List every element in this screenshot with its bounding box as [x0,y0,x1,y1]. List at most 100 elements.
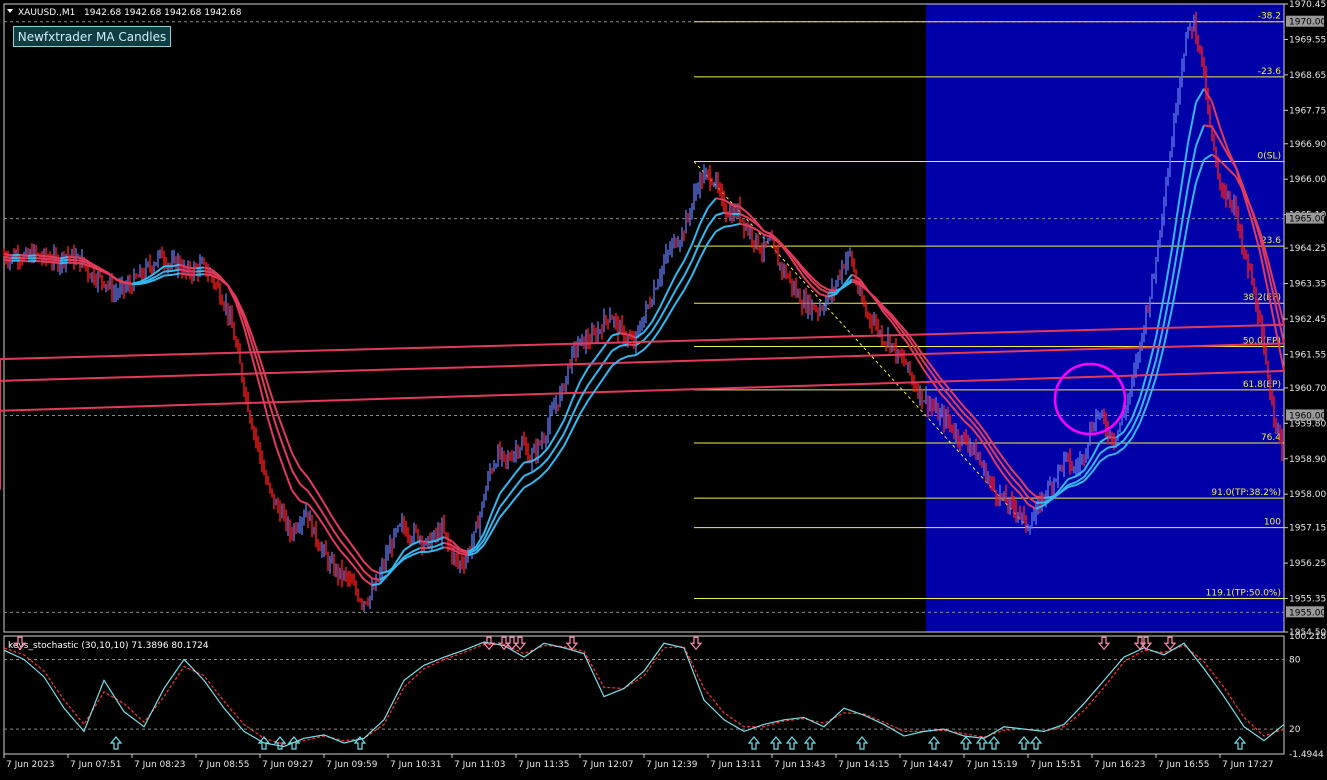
fib-level-label: -38.2 [1258,12,1281,22]
moving-average-segment [740,207,748,214]
stoch-sell-arrow-icon [515,637,525,649]
symbol-header: XAUUSD.,M1 [18,8,75,18]
moving-average-segment [436,547,444,550]
moving-average-segment [420,541,428,542]
moving-average-segment [20,255,28,256]
moving-average-segment [684,261,692,277]
moving-average-segment [636,349,644,355]
moving-average-segment [676,276,684,289]
y-tick-label: 1968.65 [1289,71,1326,81]
price-tag-label: 1955.00 [1289,608,1326,618]
price-tag-label: 1965.00 [1289,215,1326,225]
moving-average-segment [604,366,612,378]
stoch-buy-arrow-icon [857,737,867,749]
moving-average-segment [508,497,516,507]
moving-average-segment [60,257,68,258]
moving-average-segment [708,198,716,208]
moving-average-segment [204,268,212,270]
x-tick-label: 7 Jun 13:43 [774,760,825,770]
x-tick-label: 7 Jun 11:35 [518,760,569,770]
moving-average-segment [556,446,564,458]
x-tick-label: 7 Jun 09:27 [262,760,313,770]
moving-average-segment [4,254,12,255]
y-tick-label: 1956.25 [1289,559,1326,569]
moving-average-segment [716,198,724,200]
moving-average-segment [444,547,452,549]
chart-window[interactable]: XAUUSD.,M11942.68 1942.68 1942.68 1942.6… [0,0,1327,776]
stoch-buy-arrow-icon [805,737,815,749]
stoch-buy-arrow-icon [977,737,987,749]
moving-average-segment [508,472,516,483]
moving-average-segment [524,483,532,488]
moving-average-segment [308,478,316,490]
moving-average-segment [28,255,36,256]
chart-canvas[interactable]: XAUUSD.,M11942.68 1942.68 1942.68 1942.6… [0,0,1327,776]
x-tick-label: 7 Jun 2023 [6,760,54,770]
collapse-arrow-icon [7,9,13,13]
moving-average-segment [620,356,628,359]
y-tick-label: 1964.25 [1289,244,1326,254]
moving-average-segment [740,214,748,218]
moving-average-segment [540,469,548,477]
moving-average-segment [76,260,84,261]
moving-average-segment [364,579,372,585]
moving-average-segment [428,546,436,548]
moving-average-segment [596,347,604,358]
x-tick-label: 7 Jun 13:11 [710,760,761,770]
moving-average-segment [164,275,172,276]
x-tick-label: 7 Jun 07:51 [70,760,121,770]
stoch-buy-arrow-icon [771,737,781,749]
moving-average-segment [700,208,708,224]
moving-average-segment [620,333,628,334]
y-tick-label: 1958.90 [1289,455,1326,465]
moving-average-segment [604,351,612,363]
moving-average-segment [724,213,732,214]
fib-level-label: -23.6 [1258,67,1282,77]
moving-average-segment [44,259,52,260]
y-tick-label: 1966.00 [1289,175,1326,185]
moving-average-segment [580,401,588,414]
stoch-y-label: -1.4944 [1289,750,1324,760]
moving-average-segment [372,584,380,585]
stoch-y-label: 20 [1289,725,1301,735]
indicator-button[interactable]: Newfxtrader MA Candles [13,26,171,47]
moving-average-segment [1108,446,1116,447]
stoch-sell-arrow-icon [567,637,577,649]
moving-average-segment [692,224,700,244]
x-tick-label: 7 Jun 15:19 [966,760,1018,770]
moving-average-segment [700,226,708,242]
moving-average-segment [684,244,692,261]
stoch-sell-arrow-icon [1165,637,1175,649]
moving-average-segment [612,346,620,351]
moving-average-segment [76,263,84,264]
moving-average-segment [820,294,828,296]
moving-average-segment [316,514,324,526]
moving-average-segment [644,322,652,332]
moving-average-segment [732,224,740,226]
moving-average-segment [732,205,740,207]
moving-average-segment [692,242,700,261]
moving-average-segment [196,268,204,269]
moving-average-segment [196,271,204,272]
moving-average-segment [372,578,380,579]
moving-average-segment [300,484,308,491]
moving-average-segment [868,291,876,298]
stoch-buy-arrow-icon [989,737,999,749]
moving-average-segment [716,227,724,232]
x-tick-label: 7 Jun 14:47 [902,760,953,770]
x-tick-label: 7 Jun 08:23 [134,760,185,770]
moving-average-segment [828,290,836,291]
moving-average-segment [572,414,580,430]
fib-level-label: 0(SL) [1258,151,1281,161]
moving-average-segment [652,330,660,341]
moving-average-segment [700,243,708,258]
moving-average-segment [340,540,348,550]
moving-average-segment [308,491,316,502]
moving-average-segment [36,255,44,256]
moving-average-segment [284,469,292,491]
price-tag-label: 1970.00 [1289,18,1326,28]
moving-average-segment [676,261,684,274]
moving-average-segment [348,550,356,560]
moving-average-segment [708,215,716,226]
moving-average-segment [332,517,340,529]
